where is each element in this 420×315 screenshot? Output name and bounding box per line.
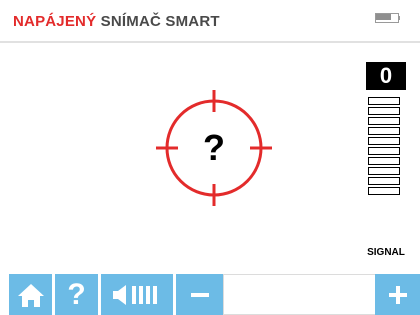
signal-meter <box>368 97 402 197</box>
minus-button[interactable] <box>176 274 223 315</box>
signal-bar <box>368 157 400 165</box>
minus-icon <box>190 292 209 297</box>
target-symbol: ? <box>203 127 225 168</box>
signal-bar <box>368 147 400 155</box>
help-button[interactable]: ? <box>55 274 98 315</box>
signal-label: SIGNAL <box>367 247 405 258</box>
help-label: ? <box>67 277 86 311</box>
title-rest: SNÍMAČ SMART <box>100 13 220 30</box>
page-title: NAPÁJENÝ SNÍMAČ SMART <box>13 13 220 30</box>
title-accent: NAPÁJENÝ <box>13 13 97 30</box>
volume-icon <box>113 284 157 305</box>
plus-icon <box>388 285 407 304</box>
home-button[interactable] <box>9 274 52 315</box>
signal-count: 0 <box>366 62 406 90</box>
signal-bar <box>368 107 400 115</box>
bottom-toolbar: ? <box>0 274 420 315</box>
signal-bar <box>368 177 400 185</box>
signal-bar <box>368 167 400 175</box>
plus-button[interactable] <box>375 274 420 315</box>
signal-bar <box>368 117 400 125</box>
crosshair-target-icon: ? <box>150 84 278 212</box>
volume-button[interactable] <box>101 274 173 315</box>
battery-icon <box>375 13 403 23</box>
home-icon <box>17 283 44 307</box>
header-divider <box>0 41 420 43</box>
signal-bar <box>368 127 400 135</box>
signal-bar <box>368 97 400 105</box>
signal-bar <box>368 187 400 195</box>
sensitivity-track[interactable] <box>223 274 377 315</box>
signal-bar <box>368 137 400 145</box>
